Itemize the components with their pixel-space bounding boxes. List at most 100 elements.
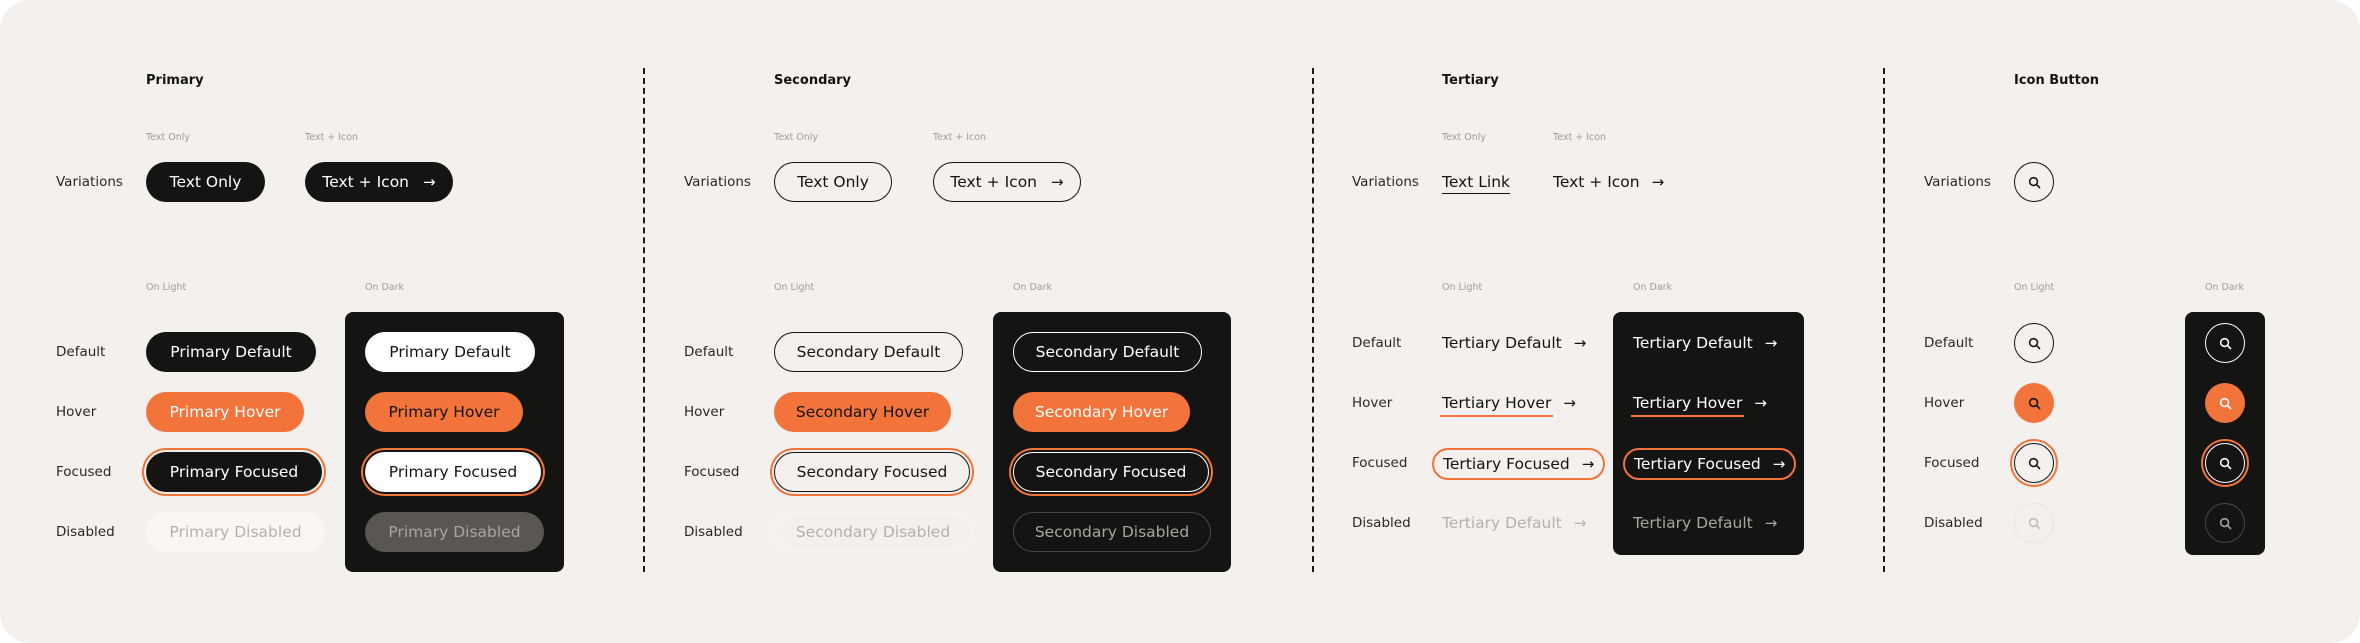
primary-focused-button[interactable]: Primary Focused [146,452,322,492]
arrow-right-icon: → [1754,394,1767,412]
row-label-default: Default [56,344,106,360]
row-label-hover: Hover [1352,395,1393,411]
arrow-right-icon: → [1573,334,1587,352]
arrow-right-icon: → [423,173,436,191]
icon-button-focused[interactable] [2014,443,2054,483]
tertiary-default-link-dark[interactable]: Tertiary Default → [1633,328,1777,358]
row-label-disabled: Disabled [1924,515,1983,531]
row-label-default: Default [684,344,734,360]
link-label: Tertiary Hover [1630,394,1745,417]
link-label: Tertiary Default [1442,334,1562,352]
row-label-focused: Focused [56,464,112,480]
secondary-hover-button[interactable]: Secondary Hover [774,392,951,432]
section-title-secondary: Secondary [774,73,852,88]
primary-default-button-dark[interactable]: Primary Default [365,332,535,372]
icon-button-disabled[interactable] [2014,503,2054,543]
tertiary-hover-link-dark[interactable]: Tertiary Hover → [1630,388,1767,418]
arrow-right-icon: → [1581,455,1595,473]
secondary-text-only-button[interactable]: Text Only [774,162,892,202]
link-label: Text Link [1442,173,1511,194]
search-icon [2219,337,2231,349]
link-label: Tertiary Default [1633,334,1753,352]
row-label-hover: Hover [684,404,725,420]
caption-on-light: On Light [1442,282,1483,293]
link-label: Tertiary Focused [1634,455,1761,473]
icon-button-disabled-dark[interactable] [2205,503,2245,543]
caption-on-dark: On Dark [365,282,405,293]
arrow-right-icon: → [1651,173,1665,191]
link-label: Tertiary Default [1633,514,1753,532]
tertiary-disabled-link-dark[interactable]: Tertiary Default → [1633,508,1777,538]
secondary-default-button-dark[interactable]: Secondary Default [1013,332,1202,372]
primary-text-only-button[interactable]: Text Only [146,162,265,202]
icon-button-default[interactable] [2014,323,2054,363]
button-label: Text Only [169,173,242,191]
section-title-tertiary: Tertiary [1442,73,1499,88]
row-label-hover: Hover [56,404,97,420]
icon-button-hover[interactable] [2014,383,2054,423]
caption-text-icon: Text + Icon [933,132,987,143]
primary-hover-button-dark[interactable]: Primary Hover [365,392,523,432]
section-title-primary: Primary [146,73,204,88]
icon-button-variation[interactable] [2014,162,2054,202]
caption-text-icon: Text + Icon [305,132,359,143]
tertiary-disabled-link[interactable]: Tertiary Default → [1442,508,1586,538]
tertiary-default-link[interactable]: Tertiary Default → [1442,328,1586,358]
search-icon [2219,517,2231,529]
button-label: Text Only [797,173,869,191]
caption-text-only: Text Only [774,132,818,143]
caption-on-dark: On Dark [2205,282,2245,293]
search-icon [2219,397,2231,409]
search-icon [2028,337,2040,349]
secondary-text-icon-button[interactable]: Text + Icon → [933,162,1081,202]
caption-text-only: Text Only [1442,132,1486,143]
button-spec-sheet: Primary Text Only Text + Icon Variations… [0,0,2360,643]
primary-disabled-button[interactable]: Primary Disabled [146,512,325,552]
caption-text-only: Text Only [146,132,190,143]
row-label-disabled: Disabled [1352,515,1411,531]
row-label-focused: Focused [684,464,740,480]
section-divider [1312,68,1314,572]
secondary-default-button[interactable]: Secondary Default [774,332,963,372]
icon-button-default-dark[interactable] [2205,323,2245,363]
caption-on-light: On Light [146,282,187,293]
section-divider [643,68,645,572]
arrow-right-icon: → [1563,394,1576,412]
tertiary-text-link[interactable]: Text Link [1442,167,1511,197]
tertiary-focused-link[interactable]: Tertiary Focused → [1432,448,1606,480]
secondary-disabled-button-dark[interactable]: Secondary Disabled [1013,512,1211,552]
primary-disabled-button-dark[interactable]: Primary Disabled [365,512,544,552]
tertiary-focused-link-dark[interactable]: Tertiary Focused → [1623,448,1797,480]
tertiary-hover-link[interactable]: Tertiary Hover → [1439,388,1576,418]
caption-on-light: On Light [774,282,815,293]
search-icon [2028,517,2040,529]
section-title-icon-button: Icon Button [2014,73,2100,88]
icon-button-focused-dark[interactable] [2205,443,2245,483]
search-icon [2028,457,2040,469]
icon-button-hover-dark[interactable] [2205,383,2245,423]
row-label-variations: Variations [56,174,123,190]
row-label-variations: Variations [684,174,751,190]
arrow-right-icon: → [1772,455,1786,473]
row-label-disabled: Disabled [56,524,115,540]
secondary-focused-button-dark[interactable]: Secondary Focused [1013,452,1209,492]
search-icon [2028,176,2040,188]
arrow-right-icon: → [1764,334,1778,352]
caption-text-icon: Text + Icon [1553,132,1607,143]
caption-on-light: On Light [2014,282,2055,293]
secondary-disabled-button[interactable]: Secondary Disabled [774,512,972,552]
tertiary-text-icon-link[interactable]: Text + Icon → [1553,167,1664,197]
primary-focused-button-dark[interactable]: Primary Focused [365,452,541,492]
secondary-hover-button-dark[interactable]: Secondary Hover [1013,392,1190,432]
caption-on-dark: On Dark [1013,282,1053,293]
arrow-right-icon: → [1764,514,1778,532]
button-label: Text + Icon [322,173,409,191]
primary-default-button[interactable]: Primary Default [146,332,316,372]
secondary-focused-button[interactable]: Secondary Focused [774,452,970,492]
arrow-right-icon: → [1573,514,1587,532]
search-icon [2028,397,2040,409]
primary-text-icon-button[interactable]: Text + Icon → [305,162,453,202]
primary-hover-button[interactable]: Primary Hover [146,392,304,432]
button-label: Text + Icon [950,173,1037,191]
section-divider [1883,68,1885,572]
